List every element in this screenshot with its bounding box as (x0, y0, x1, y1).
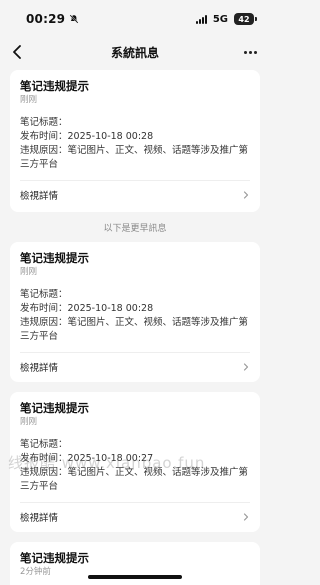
battery-level: 42 (238, 14, 250, 24)
view-details-label: 檢視詳情 (20, 363, 59, 374)
view-details-label: 檢視詳情 (20, 513, 59, 524)
silent-bell-icon (69, 14, 79, 24)
nav-bar: 系統訊息 (0, 38, 270, 66)
violation-reason-line-cont: 三方平台 (20, 481, 59, 492)
message-time: 刚刚 (20, 417, 38, 427)
message-card: 笔记违规提示 刚刚 笔记标题： 发布时间：2025-10-18 00:28 违规… (10, 242, 260, 382)
earlier-messages-label: 以下是更早訊息 (103, 224, 167, 234)
view-details-row[interactable]: 檢視詳情 (20, 503, 250, 531)
battery-icon: 42 (234, 13, 257, 25)
note-title-line: 笔记标题： (20, 439, 68, 450)
message-title: 笔记违规提示 (20, 401, 89, 415)
more-dot-icon (243, 50, 247, 54)
view-details-row[interactable]: 檢視詳情 (20, 181, 250, 209)
chevron-right-icon (243, 513, 249, 521)
page-title: 系統訊息 (110, 45, 159, 60)
status-indicators: 5G 42 (195, 13, 257, 25)
time-group: 00:29 (26, 12, 79, 26)
view-details-row[interactable]: 檢視詳情 (20, 353, 250, 381)
violation-reason-line-cont: 三方平台 (20, 331, 59, 342)
signal-icon (195, 14, 207, 24)
publish-time-line: 发布时间：2025-10-18 00:28 (20, 131, 154, 142)
violation-reason-line: 违规原因：笔记图片、正文、视频、话题等涉及推广第 (20, 467, 249, 478)
chevron-right-icon (243, 191, 249, 199)
message-card: 笔记违规提示 刚刚 笔记标题： 发布时间：2025-10-18 00:28 违规… (10, 70, 260, 212)
note-title-line: 笔记标题： (20, 117, 68, 128)
message-time: 刚刚 (20, 95, 38, 105)
back-button[interactable] (8, 42, 26, 62)
network-type: 5G (212, 13, 228, 25)
chevron-right-icon (243, 363, 249, 371)
publish-time-line: 发布时间：2025-10-18 00:28 (20, 303, 154, 314)
back-arrow-icon (13, 45, 21, 59)
message-title: 笔记违规提示 (20, 251, 89, 265)
violation-reason-line-cont: 三方平台 (20, 159, 59, 170)
home-indicator[interactable] (88, 575, 182, 579)
violation-reason-line: 违规原因：笔记图片、正文、视频、话题等涉及推广第 (20, 317, 249, 328)
more-dot-icon (253, 50, 257, 54)
status-bar: 00:29 5G 42 (0, 0, 270, 38)
message-title: 笔记违规提示 (20, 79, 89, 93)
more-options-button[interactable] (240, 42, 260, 62)
publish-time-line: 发布时间：2025-10-18 00:27 (20, 453, 154, 464)
clock: 00:29 (26, 12, 66, 26)
message-title: 笔记违规提示 (20, 551, 89, 565)
view-details-label: 檢視詳情 (20, 191, 59, 202)
message-card: 笔记违规提示 刚刚 笔记标题： 发布时间：2025-10-18 00:27 违规… (10, 392, 260, 532)
more-dot-icon (248, 50, 252, 54)
violation-reason-line: 违规原因：笔记图片、正文、视频、话题等涉及推广第 (20, 145, 249, 156)
note-title-line: 笔记标题： (20, 289, 68, 300)
message-time: 刚刚 (20, 267, 38, 277)
